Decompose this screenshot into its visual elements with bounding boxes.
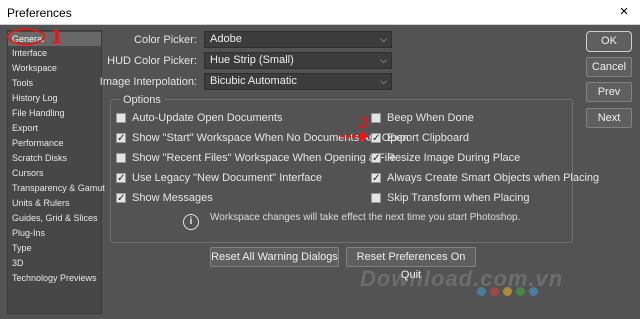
close-icon[interactable]: × <box>615 3 633 21</box>
annotation-step-1: 1 <box>50 26 64 48</box>
sidebar-item-file-handling[interactable]: File Handling <box>8 106 101 120</box>
checkbox-unchecked[interactable] <box>371 193 381 203</box>
checkbox-checked[interactable]: ✓ <box>116 133 126 144</box>
info-message: Workspace changes will take effect the n… <box>210 212 521 223</box>
watermark-dot <box>503 287 512 296</box>
ok-button[interactable]: OK <box>586 31 632 52</box>
prev-button[interactable]: Prev <box>586 82 632 102</box>
sidebar-item-units-rulers[interactable]: Units & Rulers <box>8 196 101 210</box>
cancel-button[interactable]: Cancel <box>586 57 632 77</box>
checkbox-checked[interactable]: ✓ <box>116 193 126 204</box>
checkbox-label: Show Messages <box>132 192 213 204</box>
checkbox-label: Show "Recent Files" Workspace When Openi… <box>132 152 396 164</box>
color-picker-value: Adobe <box>210 33 242 45</box>
watermark-dot <box>477 287 486 296</box>
image-interpolation-select[interactable]: Bicubic Automatic ⌵ <box>204 73 392 90</box>
checkbox-unchecked[interactable] <box>371 113 381 123</box>
sidebar-item-history-log[interactable]: History Log <box>8 91 101 105</box>
checkbox-label: Always Create Smart Objects when Placing <box>387 172 600 184</box>
sidebar-item-tools[interactable]: Tools <box>8 76 101 90</box>
color-picker-label: Color Picker: <box>134 34 197 46</box>
sidebar-item-transparency-gamut[interactable]: Transparency & Gamut <box>8 181 105 195</box>
checkbox-checked[interactable]: ✓ <box>371 173 381 184</box>
hud-color-picker-select[interactable]: Hue Strip (Small) ⌵ <box>204 52 392 69</box>
checkbox-checked[interactable]: ✓ <box>371 153 381 164</box>
options-title: Options <box>120 94 164 106</box>
next-button[interactable]: Next <box>586 108 632 128</box>
sidebar-item-cursors[interactable]: Cursors <box>8 166 101 180</box>
checkbox-unchecked[interactable] <box>116 113 126 123</box>
sidebar-item-export[interactable]: Export <box>8 121 101 135</box>
title-bar: Preferences × <box>0 0 640 25</box>
sidebar-item-plug-ins[interactable]: Plug-Ins <box>8 226 101 240</box>
sidebar-item-3d[interactable]: 3D <box>8 256 101 270</box>
image-interpolation-value: Bicubic Automatic <box>210 75 297 87</box>
checkbox-unchecked[interactable] <box>116 153 126 163</box>
checkbox-label: Use Legacy "New Document" Interface <box>132 172 323 184</box>
image-interpolation-label: Image Interpolation: <box>99 76 197 88</box>
checkbox-label: Resize Image During Place <box>387 152 521 164</box>
preferences-sidebar: General Interface Workspace Tools Histor… <box>7 30 105 314</box>
checkbox-label: Skip Transform when Placing <box>387 192 530 204</box>
checkbox-label: Auto-Update Open Documents <box>132 112 283 124</box>
info-icon: i <box>183 214 199 230</box>
color-picker-select[interactable]: Adobe ⌵ <box>204 31 392 48</box>
reset-all-warning-dialogs-button[interactable]: Reset All Warning Dialogs <box>210 247 339 267</box>
sidebar-item-workspace[interactable]: Workspace <box>8 61 101 75</box>
checkbox-label: Beep When Done <box>387 112 474 124</box>
checkbox-checked[interactable]: ✓ <box>116 173 126 184</box>
checkbox-label: Export Clipboard <box>387 132 469 144</box>
sidebar-item-technology-previews[interactable]: Technology Previews <box>8 271 101 285</box>
sidebar-item-scratch-disks[interactable]: Scratch Disks <box>8 151 101 165</box>
sidebar-item-type[interactable]: Type <box>8 241 101 255</box>
watermark-dot <box>490 287 499 296</box>
annotation-arrow-icon <box>340 130 369 142</box>
reset-preferences-on-quit-button[interactable]: Reset Preferences On Quit <box>346 247 476 281</box>
annotation-circle <box>7 28 45 45</box>
chevron-down-icon: ⌵ <box>380 76 387 86</box>
window-title: Preferences <box>7 6 72 20</box>
watermark-dot <box>516 287 525 296</box>
hud-color-picker-label: HUD Color Picker: <box>107 55 197 67</box>
sidebar-item-performance[interactable]: Performance <box>8 136 101 150</box>
hud-color-picker-value: Hue Strip (Small) <box>210 54 294 66</box>
sidebar-item-interface[interactable]: Interface <box>8 46 101 60</box>
sidebar-item-guides-grid-slices[interactable]: Guides, Grid & Slices <box>8 211 101 225</box>
chevron-down-icon: ⌵ <box>380 34 387 44</box>
watermark-dot <box>529 287 538 296</box>
checkbox-checked[interactable]: ✓ <box>371 133 381 144</box>
chevron-down-icon: ⌵ <box>380 55 387 65</box>
